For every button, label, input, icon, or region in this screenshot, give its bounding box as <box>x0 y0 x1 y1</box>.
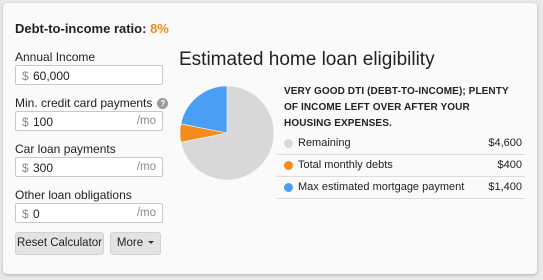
question-icon[interactable]: ? <box>157 97 169 109</box>
dti-value: 8% <box>150 21 169 36</box>
other-loan-obligations-input[interactable]: $ 0 /mo <box>15 203 163 223</box>
currency-prefix: $ <box>22 115 29 129</box>
car-loan-payments-input[interactable]: $ 300 /mo <box>15 157 163 177</box>
credit-card-payments-label: Min. credit card payments ? <box>15 96 169 110</box>
annual-income-label: Annual Income <box>15 50 95 64</box>
legend-amount: $400 <box>497 159 522 171</box>
other-loan-obligations-label: Other loan obligations <box>15 188 132 202</box>
per-month-suffix: /mo <box>136 115 156 127</box>
legend-label: Total monthly debts <box>298 159 393 171</box>
dti-heading: Debt-to-income ratio: 8% <box>15 21 169 36</box>
car-loan-payments-label: Car loan payments <box>15 142 116 156</box>
legend-amount: $4,600 <box>488 137 522 149</box>
other-loan-obligations-value: 0 <box>33 207 40 221</box>
legend-dot-mortgage <box>284 183 293 192</box>
credit-card-payments-label-text: Min. credit card payments <box>15 96 153 110</box>
dti-summary: Very good DTI (debt-to-income); plenty o… <box>284 86 509 129</box>
more-button[interactable]: More <box>110 232 161 255</box>
credit-card-payments-value: 100 <box>33 115 54 129</box>
legend-label: Remaining <box>298 137 351 149</box>
more-button-label: More <box>116 237 144 249</box>
currency-prefix: $ <box>22 69 29 83</box>
other-loan-obligations-label-text: Other loan obligations <box>15 188 132 202</box>
annual-income-input[interactable]: $ 60,000 <box>15 65 163 85</box>
dti-label: Debt-to-income ratio: <box>15 21 147 36</box>
legend-dot-total-debts <box>284 161 293 170</box>
annual-income-label-text: Annual Income <box>15 50 96 64</box>
reset-calculator-button[interactable]: Reset Calculator <box>15 232 104 255</box>
legend-dot-remaining <box>284 139 293 148</box>
legend-row-mortgage: Max estimated mortgage payment $1,400 <box>277 177 525 199</box>
credit-card-payments-input[interactable]: $ 100 /mo <box>15 111 163 131</box>
legend-row-total-debts: Total monthly debts $400 <box>277 155 525 177</box>
legend-row-remaining: Remaining $4,600 <box>277 133 525 155</box>
legend-label: Max estimated mortgage payment <box>298 181 465 193</box>
annual-income-value: 60,000 <box>33 69 70 83</box>
per-month-suffix: /mo <box>136 161 156 173</box>
per-month-suffix: /mo <box>136 207 156 219</box>
car-loan-payments-value: 300 <box>33 161 54 175</box>
results-heading: Estimated home loan eligibility <box>179 49 435 70</box>
caret-down-icon <box>148 241 155 244</box>
currency-prefix: $ <box>22 161 29 175</box>
legend-amount: $1,400 <box>488 181 522 193</box>
calculator-card: Debt-to-income ratio: 8% Annual Income $… <box>3 3 537 274</box>
currency-prefix: $ <box>22 207 29 221</box>
debt-pie-chart <box>179 85 275 181</box>
car-loan-payments-label-text: Car loan payments <box>15 142 116 156</box>
